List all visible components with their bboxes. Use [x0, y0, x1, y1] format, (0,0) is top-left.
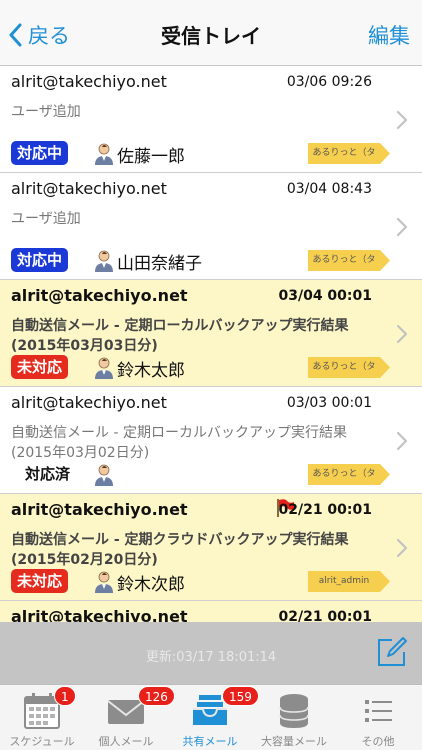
message-sender: alrit@takechiyo.net	[11, 607, 188, 622]
tab-label: 共有メール	[182, 735, 238, 748]
chevron-right-icon	[396, 324, 408, 344]
database-icon	[279, 694, 309, 728]
user-icon	[95, 143, 113, 165]
chevron-right-icon	[396, 431, 408, 451]
chevron-left-icon	[9, 23, 22, 47]
status-badge: 対応中	[11, 141, 69, 165]
message-row[interactable]: alrit@takechiyo.net 02/21 00:01 自動送信メール …	[0, 494, 422, 601]
badge-count: 1	[54, 686, 76, 706]
navigation-bar: 戻る 受信トレイ 編集	[0, 0, 422, 66]
message-row[interactable]: alrit@takechiyo.net 03/03 00:01 自動送信メール …	[0, 387, 422, 494]
status-badge: 対応中	[11, 248, 69, 272]
tab-large-mail[interactable]: 大容量メール	[252, 685, 336, 750]
user-icon	[95, 250, 113, 272]
status-badge: 対応済	[25, 465, 71, 483]
chevron-right-icon	[396, 217, 408, 237]
user-icon	[95, 571, 113, 593]
message-date: 02/21 00:01	[278, 502, 372, 518]
message-date: 03/04 00:01	[278, 288, 372, 304]
assignee-name: 佐藤一郎	[117, 147, 185, 167]
message-subject: 自動送信メール - 定期ローカルバックアップ実行結果(2015年03月03日分)	[11, 318, 349, 354]
message-subject: 自動送信メール - 定期クラウドバックアップ実行結果(2015年02月20日分)	[11, 532, 349, 568]
edit-button[interactable]: 編集	[368, 20, 410, 50]
tag-label: あるりっと（タ	[308, 250, 390, 271]
message-subject: ユーザ追加	[11, 104, 81, 120]
tab-personal-mail[interactable]: 126 個人メール	[84, 685, 175, 750]
message-date: 03/06 09:26	[286, 74, 372, 90]
back-label: 戻る	[28, 24, 70, 48]
message-row[interactable]: alrit@takechiyo.net 03/04 08:43 ユーザ追加 対応…	[0, 173, 422, 280]
tag-text: alrit_admin	[318, 576, 370, 586]
tab-label: スケジュール	[9, 735, 75, 748]
tag-text: あるりっと（タ	[312, 362, 376, 372]
message-sender: alrit@takechiyo.net	[11, 500, 188, 519]
assignee-name: 鈴木太郎	[117, 361, 185, 381]
last-update-text: 更新:03/17 18:01:14	[145, 650, 277, 665]
message-date: 02/21 00:01	[278, 609, 372, 622]
tag-label: alrit_admin	[308, 571, 390, 592]
tag-text: あるりっと（タ	[312, 148, 376, 158]
back-button[interactable]: 戻る	[8, 20, 70, 50]
message-row[interactable]: alrit@takechiyo.net 03/04 00:01 自動送信メール …	[0, 280, 422, 387]
tab-label: 個人メール	[98, 735, 154, 748]
message-sender: alrit@takechiyo.net	[11, 393, 167, 412]
assignee-name: 山田奈緒子	[117, 254, 202, 274]
tag-text: あるりっと（タ	[312, 469, 376, 479]
message-row[interactable]: alrit@takechiyo.net 02/21 00:01	[0, 601, 422, 622]
tab-label: 大容量メール	[261, 735, 327, 748]
tab-shared-mail[interactable]: 159 共有メール	[168, 685, 259, 750]
tab-bar: 1 スケジュール 126 個人メール 159 共有メール 大容量メール その他	[0, 684, 422, 750]
tag-label: あるりっと（タ	[308, 357, 390, 378]
message-subject: 自動送信メール - 定期ローカルバックアップ実行結果(2015年03月02日分)	[11, 425, 347, 461]
tab-label: その他	[361, 735, 395, 748]
message-row[interactable]: alrit@takechiyo.net 03/06 09:26 ユーザ追加 対応…	[0, 66, 422, 173]
status-badge: 未対応	[11, 569, 69, 593]
chevron-right-icon	[396, 538, 408, 558]
tab-other[interactable]: その他	[336, 685, 420, 750]
update-status-bar: 更新:03/17 18:01:14	[0, 622, 422, 684]
user-icon	[95, 464, 113, 486]
message-subject: ユーザ追加	[11, 211, 81, 227]
message-sender: alrit@takechiyo.net	[11, 286, 188, 305]
tag-text: あるりっと（タ	[312, 255, 376, 265]
tag-label: あるりっと（タ	[308, 143, 390, 164]
assignee-name: 鈴木次郎	[117, 575, 185, 595]
list-icon	[365, 700, 392, 722]
message-date: 03/03 00:01	[286, 395, 372, 411]
status-badge: 未対応	[11, 355, 69, 379]
user-icon	[95, 357, 113, 379]
chevron-right-icon	[396, 110, 408, 130]
tab-schedule[interactable]: 1 スケジュール	[0, 685, 84, 750]
compose-icon[interactable]	[376, 634, 408, 668]
tag-label: あるりっと（タ	[308, 464, 390, 485]
message-list: alrit@takechiyo.net 03/06 09:26 ユーザ追加 対応…	[0, 66, 422, 622]
message-date: 03/04 08:43	[286, 181, 372, 197]
message-sender: alrit@takechiyo.net	[11, 179, 167, 198]
message-sender: alrit@takechiyo.net	[11, 72, 167, 91]
